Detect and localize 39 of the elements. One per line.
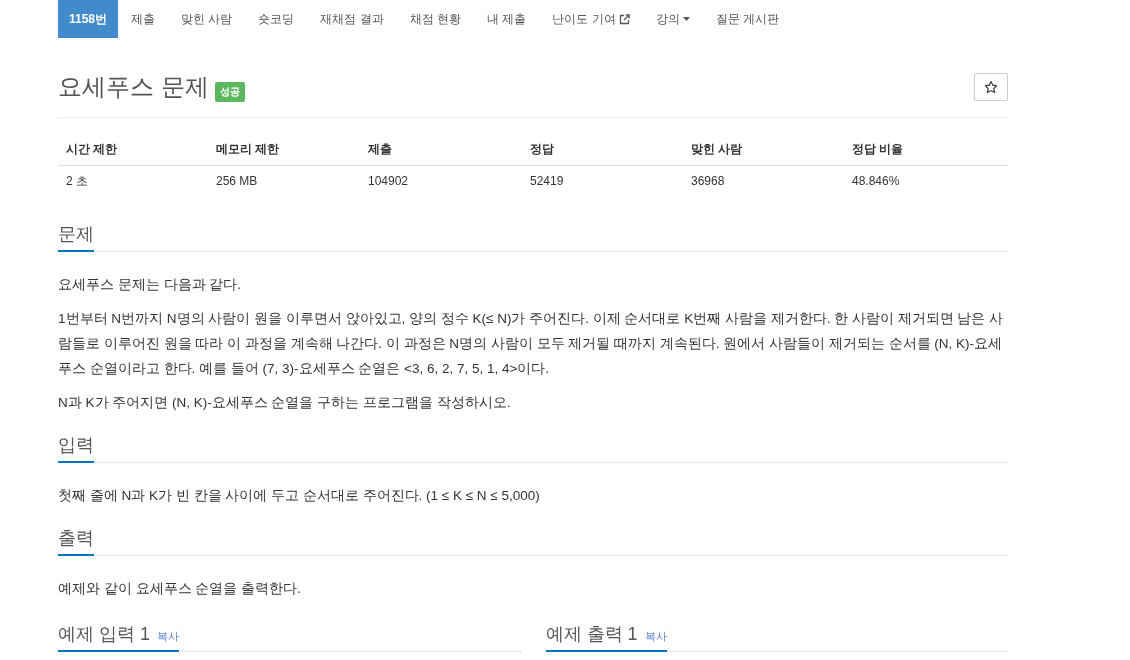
- nav-tab[interactable]: 맞힌 사람: [168, 0, 246, 38]
- section-heading: 입력: [58, 430, 94, 463]
- table-header: 시간 제한: [58, 134, 208, 166]
- caret-icon: [682, 17, 690, 21]
- nav-tab[interactable]: 1158번: [58, 0, 119, 38]
- table-cell: 36968: [683, 165, 844, 197]
- body-text: 1번부터 N번까지 N명의 사람이 원을 이루면서 앉아있고, 양의 정수 K(≤ N)가 주어진다. 이제 순서대로 K번째 사람을 제거한다. 한 사람이 제거되면 남은 사람들로 이루어진 원을 따라 이 과정을 계속해 나간다. 이 과정은 N명의 사람이 모두 제거될 때까지 계속된다. 원에서 사람들이 제거되는 순서를 (N, K)-요세푸스 순열이라고 한다. 예를 들어 (7, 3)-요세푸스 순열은 <3, 6, 2, 7, 5, 1, 4>이다.: [58, 310, 1005, 378]
- body-text: 예제와 같이 요세푸스 순열을 출력한다.: [58, 580, 302, 598]
- section-heading: 문제: [58, 219, 94, 252]
- table-cell: 104902: [360, 165, 522, 197]
- nav-tab[interactable]: 채점 현황: [396, 0, 475, 38]
- table-header: 맞힌 사람: [683, 134, 844, 166]
- external-link-icon: [618, 13, 630, 25]
- sample-heading: 예제 출력 1: [545, 623, 638, 646]
- table-cell: 256 MB: [208, 165, 360, 197]
- status-badge: 성공: [214, 82, 245, 102]
- table-cell: 48.846%: [844, 165, 1008, 197]
- body-text: 요세푸스 문제는 다음과 같다.: [58, 276, 242, 294]
- table-cell: 52419: [522, 165, 683, 197]
- table-header: 정답: [522, 134, 683, 166]
- table-cell: 2 초: [58, 165, 208, 197]
- nav-tab[interactable]: 난이도 기여: [539, 0, 643, 38]
- nav-tab[interactable]: 질문 게시판: [702, 0, 793, 38]
- nav-tab[interactable]: 재채점 결과: [307, 0, 397, 38]
- body-text: N과 K가 주어지면 (N, K)-요세푸스 순열을 구하는 프로그램을 작성하시오.: [58, 394, 512, 412]
- copy-link[interactable]: 복사: [157, 629, 179, 644]
- section-heading: 출력: [58, 523, 94, 556]
- table-header: 제출: [360, 134, 522, 166]
- sample-heading: 예제 입력 1: [58, 623, 150, 646]
- copy-link[interactable]: 복사: [644, 629, 667, 644]
- nav-tab[interactable]: 숏코딩: [245, 0, 308, 38]
- problem-title: 요세푸스 문제: [58, 72, 209, 102]
- nav-tab[interactable]: 제출: [118, 0, 169, 38]
- nav-tab[interactable]: 내 제출: [474, 0, 540, 38]
- favorite-button[interactable]: [974, 73, 1008, 101]
- table-header: 메모리 제한: [208, 134, 360, 166]
- table-header: 정답 비율: [844, 134, 1008, 166]
- nav-tab[interactable]: 강의: [642, 0, 703, 38]
- body-text: 첫째 줄에 N과 K가 빈 칸을 사이에 두고 순서대로 주어진다. (1 ≤ K ≤ N ≤ 5,000): [58, 487, 541, 505]
